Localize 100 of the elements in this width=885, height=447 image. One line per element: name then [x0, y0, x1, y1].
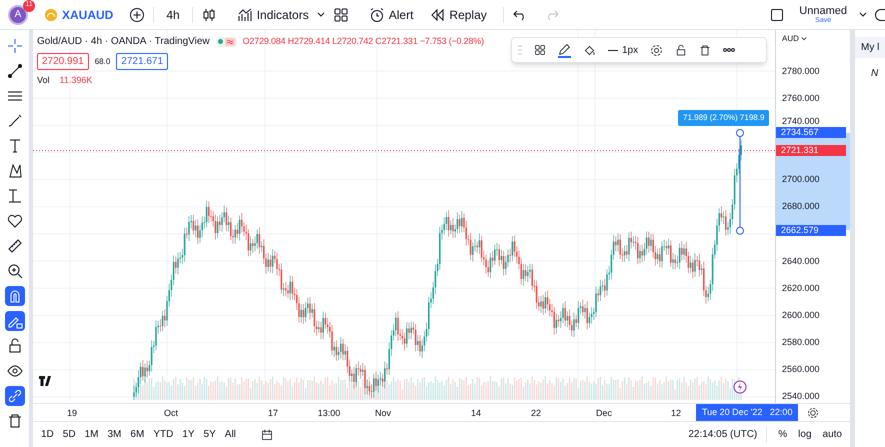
lock-icon: [6, 338, 22, 354]
range-button[interactable]: All: [224, 427, 236, 442]
alert-button[interactable]: Alert: [368, 6, 414, 24]
fill-color-button[interactable]: [583, 44, 596, 56]
price-label: 2560.000: [782, 365, 820, 374]
spread-value: 68.0: [94, 56, 110, 68]
lightning-icon[interactable]: [733, 380, 747, 394]
unlock-icon[interactable]: [675, 44, 688, 56]
panel-text: N: [871, 67, 880, 81]
price-tag: 2734.567: [776, 127, 846, 138]
symbol-button[interactable]: XAUAUD: [44, 6, 114, 24]
time-label: 14: [471, 407, 481, 420]
currency-selector[interactable]: AUD: [782, 33, 807, 45]
range-button[interactable]: 1M: [84, 427, 98, 442]
line-icon: [6, 63, 22, 79]
interval-button[interactable]: 4h: [162, 6, 184, 24]
ruler-icon: [6, 238, 22, 254]
add-symbol-button[interactable]: [129, 6, 146, 22]
paint-bucket-icon: [583, 44, 596, 56]
settings-icon[interactable]: [650, 44, 664, 56]
price-label: 2540.000: [782, 392, 820, 402]
volume-value: 11.396K: [60, 74, 92, 87]
logo-icon[interactable]: [39, 376, 53, 386]
scale-toggle[interactable]: log: [798, 427, 812, 442]
link-icon: [6, 388, 22, 404]
wave-icon: [224, 38, 235, 46]
zoom-in-icon: [6, 263, 22, 279]
pencil-icon: [558, 42, 571, 56]
rewind-icon: [429, 6, 446, 22]
price-tag: 2721.331: [776, 145, 846, 156]
volume-label: Vol: [37, 74, 50, 87]
range-button[interactable]: YTD: [153, 427, 174, 442]
calendar-icon[interactable]: [260, 428, 273, 440]
caret-icon: [800, 36, 807, 42]
price-label: 2780.000: [782, 66, 820, 76]
ohlc-values: O2729.084 H2729.414 L2720.742 C2721.331 −7.753 (−0.28%): [242, 34, 484, 48]
range-button[interactable]: 1Y: [182, 427, 195, 442]
scale-toggle[interactable]: %: [778, 427, 788, 442]
chart-type-button[interactable]: [200, 6, 217, 22]
line-width-button[interactable]: 1px: [608, 42, 638, 58]
range-button[interactable]: 5D: [62, 427, 76, 442]
price-label: 2620.000: [782, 284, 820, 293]
time-label: Nov: [375, 407, 391, 420]
grid-icon: [332, 6, 349, 22]
trash-icon: [6, 413, 22, 429]
watchlist-tab[interactable]: My l: [855, 37, 885, 58]
time-label: Oct: [164, 407, 178, 420]
price-label: 2580.000: [782, 338, 820, 348]
zigzag-icon: [6, 163, 22, 179]
line-color-button[interactable]: [558, 42, 571, 58]
time-label: 13:00: [318, 407, 340, 420]
crosshair-time-label: Tue 20 Dec '22 22:00: [696, 404, 798, 421]
time-label: 19: [67, 407, 77, 420]
magnet-tool[interactable]: [4, 286, 24, 306]
price-label: 2640.000: [782, 256, 820, 266]
range-button[interactable]: 6M: [130, 427, 144, 442]
eye-icon: [6, 363, 22, 379]
time-label: 17: [268, 407, 278, 420]
utc-clock[interactable]: 22:14:05 (UTC): [688, 427, 758, 442]
coin-icon: [44, 8, 58, 22]
time-label: 22: [531, 407, 541, 420]
time-label: 12: [671, 407, 681, 420]
measure-label: 71.989 (2.70%) 7198.9: [678, 110, 770, 126]
trash-icon[interactable]: [699, 44, 712, 56]
link-tool[interactable]: [4, 386, 24, 406]
range-button[interactable]: 1D: [41, 427, 54, 442]
grid-plus-icon: [534, 44, 546, 56]
alarm-clock-icon: [368, 6, 385, 22]
add-icon: [129, 6, 146, 22]
scale-toggle[interactable]: auto: [822, 427, 842, 442]
replay-button[interactable]: Replay: [429, 6, 487, 24]
brush-icon: [6, 113, 22, 129]
chart-pane[interactable]: Gold/AUD · 4h · OANDA · TradingView O2729.084 H2729.414 L2720.742 C2721.331 −7.753 (−0.28%) 2720.991 68.0 2721.671 Vol 11.396K 71.989 (2.70%) 7198.9 1px: [33, 30, 775, 403]
indicators-button[interactable]: Indicators: [236, 6, 309, 24]
more-icon[interactable]: [723, 48, 736, 52]
range-button[interactable]: 5Y: [204, 427, 216, 442]
heart-icon: [6, 213, 22, 229]
pencil-lock-tool[interactable]: [4, 311, 24, 331]
chart-icon: [236, 6, 253, 22]
templates-button[interactable]: [332, 6, 349, 22]
caret-icon[interactable]: [316, 10, 325, 18]
market-status-badge[interactable]: [216, 36, 237, 46]
sell-price[interactable]: 2720.991: [37, 53, 89, 70]
user-avatar[interactable]: A: [8, 4, 28, 24]
caret-icon[interactable]: [859, 10, 867, 18]
price-axis[interactable]: AUD 2780.000 2760.000 2740.000 2700.000 2680.000 2640.000 2620.000 2600.000 2580.000 2560.000 2540.000 2734.567 2721.331 2662.579: [775, 30, 850, 403]
layout-name[interactable]: Unnamed: [799, 6, 847, 16]
time-label: Dec: [596, 407, 612, 420]
price-label: 2700.000: [782, 175, 820, 184]
crosshair-icon: [6, 38, 22, 54]
price-label: 2680.000: [782, 202, 820, 212]
price-tag: 2662.579: [776, 224, 846, 236]
settings-icon[interactable]: [807, 406, 819, 418]
price-label: 2740.000: [782, 117, 820, 126]
measure-line[interactable]: [735, 128, 745, 236]
template-button[interactable]: [534, 44, 546, 56]
square-icon[interactable]: [771, 8, 784, 20]
chart-title[interactable]: Gold/AUD · 4h · OANDA · TradingView: [37, 34, 210, 49]
buy-price[interactable]: 2721.671: [116, 53, 168, 70]
range-button[interactable]: 3M: [108, 427, 122, 442]
